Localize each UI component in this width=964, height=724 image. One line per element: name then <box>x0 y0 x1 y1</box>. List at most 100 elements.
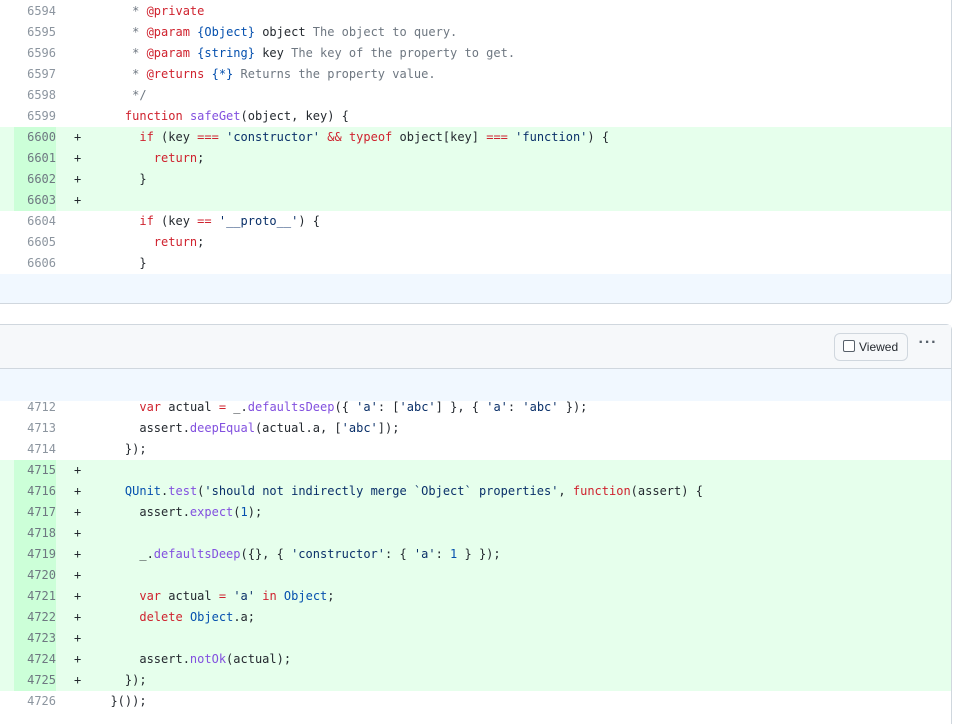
diff-line: 6598 */ <box>0 85 951 106</box>
code-token: ({}, { <box>240 547 292 561</box>
code-token: typeof <box>348 130 393 144</box>
code-token: 'should not indirectly merge `Object` pr… <box>204 484 559 498</box>
viewed-checkbox-button[interactable]: Viewed <box>834 333 908 361</box>
line-number[interactable]: 4712 <box>0 397 56 418</box>
diff-line: 4714 }); <box>0 439 951 460</box>
code-text: * @private <box>96 1 204 22</box>
diff-marker: + <box>74 130 82 144</box>
line-number[interactable]: 4721 <box>14 586 56 607</box>
code-text: if (key == '__proto__') { <box>96 211 320 232</box>
code-token: ; <box>197 151 205 165</box>
expand-lines-bar[interactable] <box>0 274 951 303</box>
line-number[interactable]: 4719 <box>14 544 56 565</box>
code-token: }); <box>558 400 588 414</box>
line-number[interactable]: 6600 <box>14 127 56 148</box>
line-number[interactable]: 4725 <box>14 670 56 691</box>
diff-line: 4715 + <box>0 460 951 481</box>
code-token: */ <box>96 88 147 102</box>
code-token: QUnit <box>124 484 162 498</box>
line-number[interactable]: 6603 <box>14 190 56 211</box>
diff-line: 6603 + <box>0 190 951 211</box>
code-token: function <box>572 484 631 498</box>
line-number[interactable]: 4715 <box>14 460 56 481</box>
code-text: function safeGet(object, key) { <box>96 106 349 127</box>
diff-marker: + <box>74 172 82 186</box>
line-number[interactable]: 4713 <box>0 418 56 439</box>
line-number[interactable]: 4718 <box>14 523 56 544</box>
line-number[interactable]: 4723 <box>14 628 56 649</box>
code-token: ) { <box>587 130 610 144</box>
code-token: (actual); <box>226 652 292 666</box>
code-token: * <box>96 25 147 39</box>
diff-line: 4724 + assert.notOk(actual); <box>0 649 951 670</box>
code-token: Object <box>189 610 234 624</box>
code-token: actual <box>161 400 219 414</box>
code-text: var actual = 'a' in Object; <box>96 586 335 607</box>
code-token: var <box>139 400 162 414</box>
code-token: The key of the property to get. <box>283 46 516 60</box>
diff-line: 4722 + delete Object.a; <box>0 607 951 628</box>
code-text: _.defaultsDeep({}, { 'constructor': { 'a… <box>96 544 500 565</box>
code-token: (key <box>153 130 198 144</box>
line-number[interactable]: 6594 <box>0 1 56 22</box>
code-token: {Object} <box>197 25 255 39</box>
line-number[interactable]: 6604 <box>0 211 56 232</box>
code-token: (assert) { <box>630 484 703 498</box>
code-token: * <box>96 46 147 60</box>
code-text: if (key === 'constructor' && typeof obje… <box>96 127 609 148</box>
line-number[interactable]: 6606 <box>0 253 56 274</box>
code-token: .a; <box>233 610 255 624</box>
checkbox-icon[interactable] <box>843 340 855 352</box>
code-token: : <box>507 400 523 414</box>
line-number[interactable]: 6601 <box>14 148 56 169</box>
line-number[interactable]: 6595 <box>0 22 56 43</box>
diff-line: 4717 + assert.expect(1); <box>0 502 951 523</box>
code-token: * <box>96 4 147 18</box>
code-token: == <box>197 214 212 228</box>
diff-line: 6596 * @param {string} key The key of th… <box>0 43 951 64</box>
code-token: 1 <box>240 505 248 519</box>
diff-line: 6599 function safeGet(object, key) { <box>0 106 951 127</box>
code-token: _. <box>96 547 154 561</box>
code-token: actual <box>161 589 219 603</box>
diff-line: 4726 }()); <box>0 691 951 712</box>
diff-line: 6606 } <box>0 253 951 274</box>
line-number[interactable]: 6596 <box>0 43 56 64</box>
line-number[interactable]: 6597 <box>0 64 56 85</box>
code-token: : [ <box>377 400 400 414</box>
code-token: 'a' <box>356 400 378 414</box>
line-number[interactable]: 4724 <box>14 649 56 670</box>
line-number[interactable]: 4714 <box>0 439 56 460</box>
line-number[interactable]: 6598 <box>0 85 56 106</box>
code-text: */ <box>96 85 147 106</box>
diff-marker: + <box>74 484 82 498</box>
code-token: (key <box>153 214 198 228</box>
more-options-icon[interactable]: ··· <box>917 335 939 357</box>
line-number[interactable]: 4722 <box>14 607 56 628</box>
diff-file-1: 6594 * @private 6595 * @param {Object} ob… <box>0 0 952 304</box>
code-token: ({ <box>334 400 357 414</box>
line-number[interactable]: 6602 <box>14 169 56 190</box>
code-token: Object <box>283 589 328 603</box>
code-token: } <box>96 172 147 186</box>
code-token: ; <box>327 589 335 603</box>
line-number[interactable]: 4716 <box>14 481 56 502</box>
line-number[interactable]: 4717 <box>14 502 56 523</box>
line-number[interactable]: 4726 <box>0 691 56 712</box>
code-token: object[key] <box>392 130 487 144</box>
code-token: 'abc' <box>522 400 559 414</box>
code-text: * @param {string} key The key of the pro… <box>96 43 515 64</box>
line-number[interactable]: 6605 <box>0 232 56 253</box>
code-token: delete <box>139 610 183 624</box>
code-text: return; <box>96 232 205 253</box>
diff-line: 6597 * @returns {*} Returns the property… <box>0 64 951 85</box>
line-number[interactable]: 6599 <box>0 106 56 127</box>
line-number[interactable]: 4720 <box>14 565 56 586</box>
diff-line: 6595 * @param {Object} object The object… <box>0 22 951 43</box>
diff-marker: + <box>74 526 82 540</box>
code-token: @param <box>146 25 190 39</box>
